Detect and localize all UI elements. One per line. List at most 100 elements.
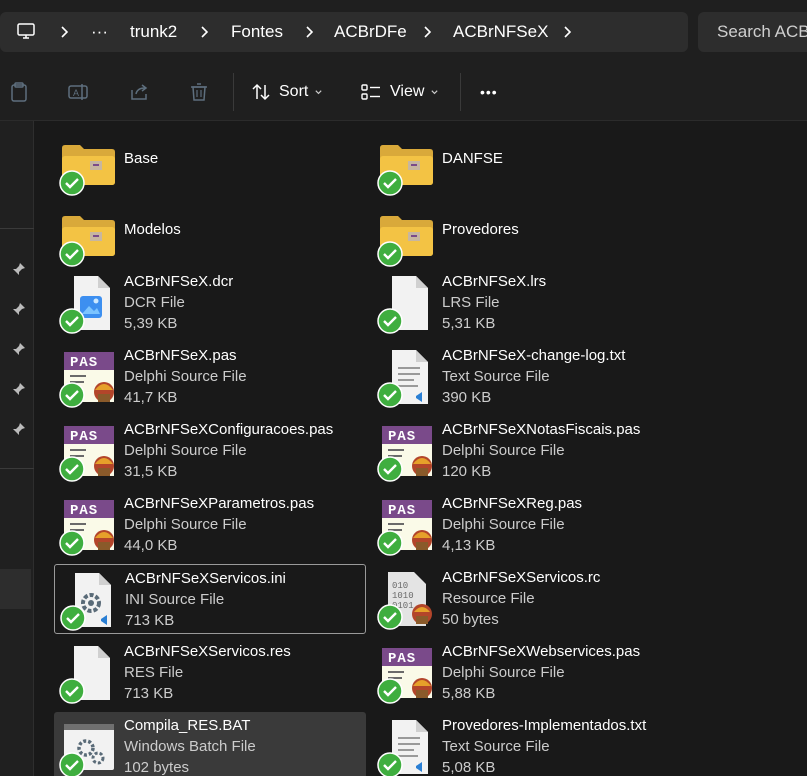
command-bar: A Sort View ••• <box>0 62 807 121</box>
item-name: ACBrNFSeXParametros.pas <box>124 495 315 512</box>
folder-item[interactable]: Base <box>54 130 366 196</box>
file-item[interactable]: PAS ACBrNFSeXNotasFiscais.pas Delphi Sour… <box>372 416 684 486</box>
item-details: ACBrNFSeXNotasFiscais.pas Delphi Source F… <box>442 419 682 482</box>
file-item[interactable]: PAS ACBrNFSeXConfiguracoes.pas Delphi Sou… <box>54 416 366 486</box>
item-type: Delphi Source File <box>124 368 247 385</box>
rename-icon[interactable]: A <box>67 81 89 103</box>
delphi-pas-icon: PAS <box>59 496 118 556</box>
delphi-pas-icon: PAS <box>59 348 118 408</box>
item-size: 4,13 KB <box>442 537 496 554</box>
pin-icon[interactable] <box>12 302 26 316</box>
this-pc-icon[interactable] <box>16 21 36 41</box>
toolbar-divider <box>460 73 461 111</box>
sync-status-check-icon <box>59 530 85 556</box>
item-size: 390 KB <box>442 389 492 406</box>
svg-text:PAS: PAS <box>388 651 416 667</box>
chevron-right-icon[interactable] <box>303 25 317 39</box>
pin-icon[interactable] <box>12 422 26 436</box>
see-more-button[interactable]: ••• <box>480 76 498 108</box>
share-icon[interactable] <box>128 81 150 103</box>
sync-status-check-icon <box>377 752 403 776</box>
item-details: Provedores <box>442 219 682 240</box>
item-name: Provedores <box>442 221 519 238</box>
file-item[interactable]: ACBrNFSeX.dcr DCR File 5,39 KB <box>54 268 366 338</box>
item-name: ACBrNFSeX-change-log.txt <box>442 347 626 364</box>
file-item[interactable]: 010 1010 0101 ACBrNFSeXServicos.rc Resour… <box>372 564 684 634</box>
sync-status-check-icon <box>377 456 403 482</box>
nav-divider <box>0 468 34 469</box>
svg-text:PAS: PAS <box>388 503 416 519</box>
file-item[interactable]: PAS ACBrNFSeX.pas Delphi Source File 41,7 … <box>54 342 366 412</box>
item-details: DANFSE <box>442 148 682 169</box>
paste-icon[interactable] <box>8 81 30 103</box>
item-name: Compila_RES.BAT <box>124 717 251 734</box>
folder-item[interactable]: Provedores <box>372 201 684 267</box>
folder-item[interactable]: DANFSE <box>372 130 684 196</box>
breadcrumb-overflow[interactable]: ··· <box>91 12 108 52</box>
file-item[interactable]: PAS ACBrNFSeXWebservices.pas Delphi Sourc… <box>372 638 684 708</box>
file-item[interactable]: PAS ACBrNFSeXReg.pas Delphi Source File 4,… <box>372 490 684 560</box>
breadcrumb[interactable]: ··· trunk2 Fontes ACBrDFe ACBrNFSeX <box>0 12 688 52</box>
file-item[interactable]: Compila_RES.BAT Windows Batch File 102 byt… <box>54 712 366 776</box>
item-type: Delphi Source File <box>442 664 565 681</box>
file-item[interactable]: ACBrNFSeXServicos.ini INI Source File 713 … <box>54 564 366 634</box>
item-details: Provedores-Implementados.txt Text Source … <box>442 715 682 776</box>
view-button[interactable]: View <box>360 76 447 108</box>
item-details: ACBrNFSeX.pas Delphi Source File 41,7 KB <box>124 345 364 408</box>
breadcrumb-item-fontes[interactable]: Fontes <box>231 12 283 52</box>
item-details: Modelos <box>124 219 364 240</box>
folder-icon <box>377 136 436 196</box>
pin-icon[interactable] <box>12 382 26 396</box>
item-size: 31,5 KB <box>124 463 178 480</box>
item-size: 44,0 KB <box>124 537 178 554</box>
file-list[interactable]: Base DANFSE Modelos Provedores ACBrNFSeX… <box>35 122 807 776</box>
resource-file-icon: 010 1010 0101 <box>377 570 436 630</box>
file-item[interactable]: ACBrNFSeX-change-log.txt Text Source File… <box>372 342 684 412</box>
breadcrumb-item-acbrnfsex[interactable]: ACBrNFSeX <box>453 12 548 52</box>
pin-icon[interactable] <box>12 342 26 356</box>
sync-status-check-icon <box>377 678 403 704</box>
chevron-down-icon <box>431 89 439 94</box>
navigation-pane[interactable] <box>0 121 34 776</box>
sort-button[interactable]: Sort <box>251 76 331 108</box>
sync-status-check-icon <box>59 678 85 704</box>
folder-item[interactable]: Modelos <box>54 201 366 267</box>
folder-icon <box>59 136 118 196</box>
item-size: 713 KB <box>124 685 174 702</box>
sync-status-check-icon <box>59 241 85 267</box>
file-item[interactable]: ACBrNFSeX.lrs LRS File 5,31 KB <box>372 268 684 338</box>
chevron-right-icon[interactable] <box>58 25 72 39</box>
batch-file-icon <box>59 718 118 776</box>
item-type: Delphi Source File <box>124 516 247 533</box>
sync-status-check-icon <box>377 604 403 630</box>
chevron-right-icon[interactable] <box>421 25 435 39</box>
chevron-right-icon[interactable] <box>198 25 212 39</box>
file-item[interactable]: Provedores-Implementados.txt Text Source … <box>372 712 684 776</box>
sync-status-check-icon <box>377 241 403 267</box>
breadcrumb-item-acbrdfe[interactable]: ACBrDFe <box>334 12 407 52</box>
delphi-pas-icon: PAS <box>377 496 436 556</box>
chevron-down-icon <box>315 89 322 94</box>
item-name: Base <box>124 150 159 167</box>
item-details: ACBrNFSeXParametros.pas Delphi Source Fil… <box>124 493 364 556</box>
sync-status-check-icon <box>377 530 403 556</box>
item-details: ACBrNFSeXServicos.ini INI Source File 713 … <box>125 568 365 631</box>
breadcrumb-item-trunk2[interactable]: trunk2 <box>130 12 177 52</box>
item-name: ACBrNFSeXConfiguracoes.pas <box>124 421 334 438</box>
file-item[interactable]: ACBrNFSeXServicos.res RES File 713 KB <box>54 638 366 708</box>
text-file-icon <box>377 718 436 776</box>
svg-text:PAS: PAS <box>70 355 98 371</box>
file-item[interactable]: PAS ACBrNFSeXParametros.pas Delphi Source… <box>54 490 366 560</box>
chevron-right-icon[interactable] <box>561 25 575 39</box>
item-details: ACBrNFSeXReg.pas Delphi Source File 4,13 K… <box>442 493 682 556</box>
item-details: ACBrNFSeXServicos.res RES File 713 KB <box>124 641 364 704</box>
sync-status-check-icon <box>60 605 86 631</box>
text-file-icon <box>377 348 436 408</box>
nav-item-selected[interactable] <box>0 569 31 609</box>
search-input[interactable]: Search ACBrNFSeX <box>698 12 807 52</box>
sync-status-check-icon <box>59 382 85 408</box>
item-size: 41,7 KB <box>124 389 178 406</box>
svg-text:PAS: PAS <box>70 429 98 445</box>
delete-icon[interactable] <box>188 81 210 103</box>
pin-icon[interactable] <box>12 262 26 276</box>
